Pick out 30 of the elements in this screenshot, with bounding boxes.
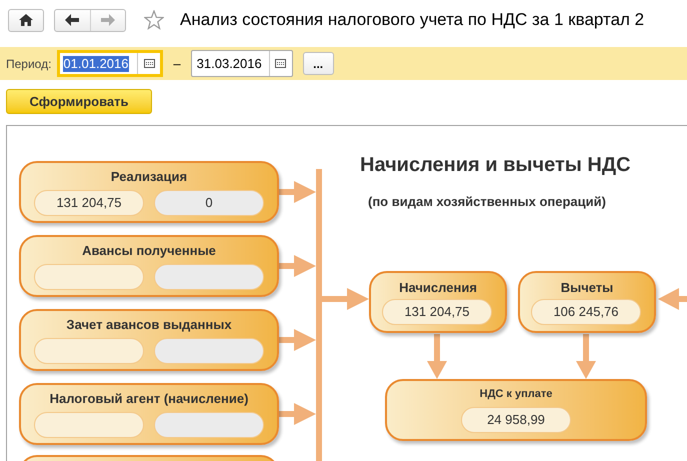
period-label: Период:	[6, 56, 52, 72]
calendar-icon[interactable]	[144, 59, 155, 68]
date-value: 01.01.2016	[63, 56, 128, 72]
forward-arrow-icon	[100, 14, 115, 26]
value-field: 131 204,75	[382, 299, 492, 325]
date-value: 31.03.2016	[196, 54, 262, 73]
home-button[interactable]	[8, 8, 44, 32]
card-title: Начисления	[398, 279, 478, 297]
date-field[interactable]: 31.03.2016	[190, 50, 293, 77]
value-field: 24 958,99	[461, 407, 571, 433]
generate-button[interactable]: Сформировать	[6, 89, 152, 114]
value-field: 131 204,75	[34, 190, 144, 216]
report-subtitle: (по видам хозяйственных операций)	[368, 193, 606, 211]
card-title: Авансы полученные	[81, 242, 217, 260]
calendar-icon[interactable]	[275, 59, 286, 68]
card-title: НДС к уплате	[478, 387, 554, 402]
star-icon[interactable]	[144, 10, 164, 30]
card-title: Вычеты	[560, 279, 614, 297]
home-icon	[19, 14, 33, 26]
more-button[interactable]: ...	[302, 52, 334, 75]
date-field[interactable]: 01.01.2016	[57, 50, 164, 77]
value-field: 0	[154, 190, 264, 216]
back-arrow-icon	[65, 14, 80, 26]
dash: –	[173, 54, 181, 73]
window-title: Анализ состояния налогового учета по НДС за 1 квартал 2	[180, 9, 644, 32]
report-title: Начисления и вычеты НДС	[360, 153, 631, 178]
card-title: Налоговый агент (начисление)	[48, 390, 250, 408]
card-title: Зачет авансов выданных	[65, 316, 233, 334]
value-field: 106 245,76	[531, 299, 641, 325]
card-title: Реализация	[110, 168, 188, 186]
